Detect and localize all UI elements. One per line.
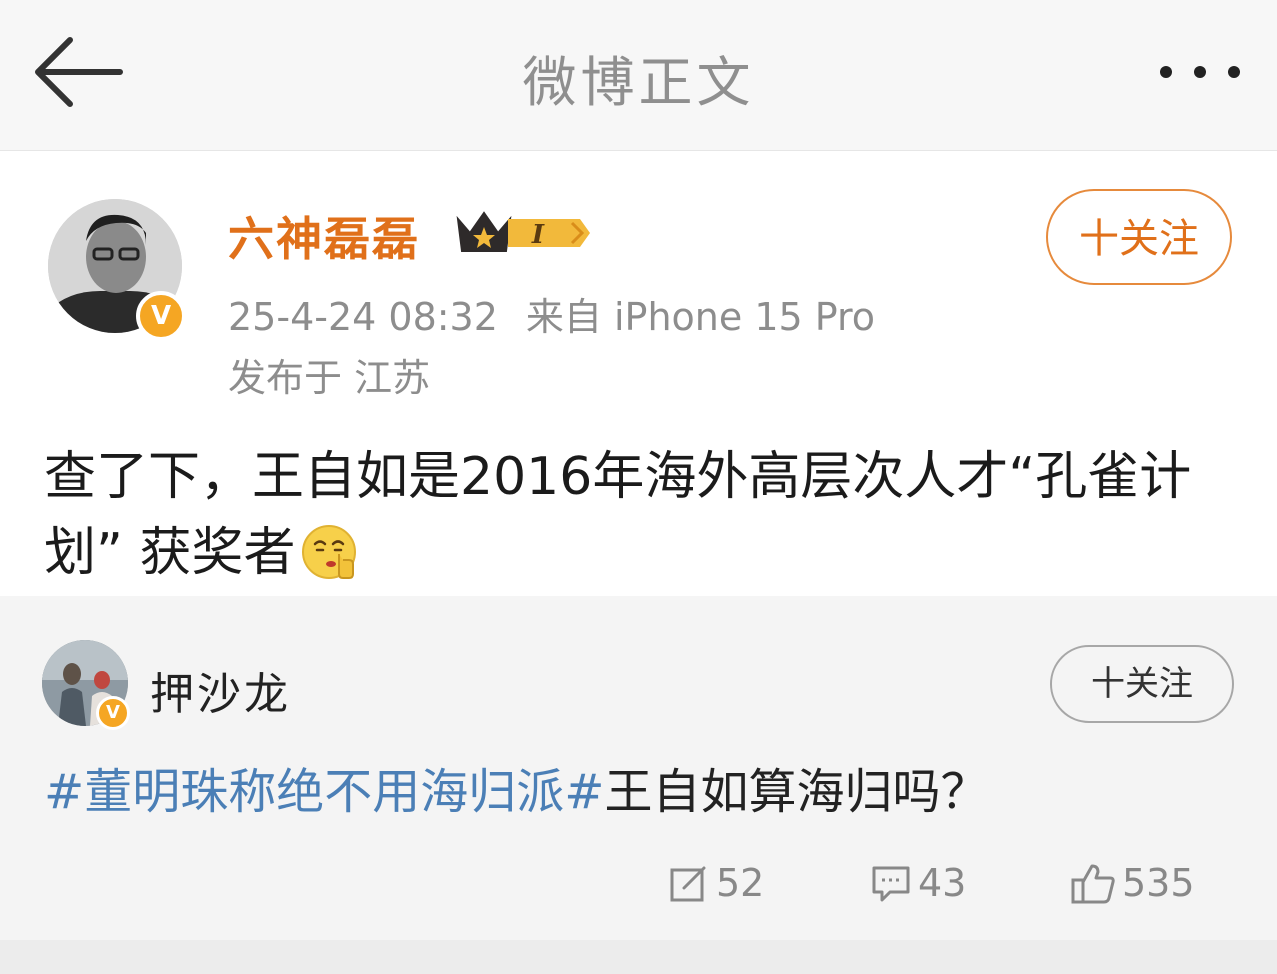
repost-icon bbox=[670, 866, 706, 901]
post-card: V 六神磊磊 I 十关注 25-4-24 08:32 来自 iPhone 15 P… bbox=[0, 151, 1277, 596]
post-timestamp: 25-4-24 08:32 bbox=[228, 295, 498, 339]
like-button[interactable]: 535 bbox=[1070, 858, 1195, 908]
like-icon bbox=[1071, 864, 1115, 903]
quoted-author-name[interactable]: 押沙龙 bbox=[150, 658, 291, 722]
top-bar: 微博正文 bbox=[0, 0, 1277, 151]
repost-button[interactable]: 52 bbox=[668, 858, 764, 908]
post-source: 来自 iPhone 15 Pro bbox=[525, 295, 876, 339]
quoted-post-text: 王自如算海归吗？ bbox=[604, 764, 989, 820]
follow-button[interactable]: 十关注 bbox=[1050, 645, 1234, 723]
crown-icon[interactable]: I bbox=[452, 207, 594, 259]
verified-icon: V bbox=[136, 291, 186, 341]
hashtag-link[interactable]: #董明珠称绝不用海归派# bbox=[44, 764, 604, 820]
comment-button[interactable]: 43 bbox=[870, 858, 966, 908]
follow-button[interactable]: 十关注 bbox=[1046, 189, 1232, 285]
verified-icon: V bbox=[96, 696, 130, 730]
quoted-post-card[interactable]: V 押沙龙 十关注 #董明珠称绝不用海归派#王自如算海归吗？ 52 43 535 bbox=[0, 600, 1277, 940]
quoted-post-body: #董明珠称绝不用海归派#王自如算海归吗？ bbox=[44, 760, 1244, 824]
more-button[interactable] bbox=[1150, 52, 1250, 92]
post-body: 查了下，王自如是2016年海外高层次人才“孔雀计划” 获奖者 bbox=[44, 439, 1244, 591]
repost-count: 52 bbox=[716, 861, 765, 905]
page-title: 微博正文 bbox=[522, 51, 755, 114]
post-author-name[interactable]: 六神磊磊 bbox=[228, 203, 420, 269]
bottom-divider bbox=[0, 940, 1277, 974]
like-count: 535 bbox=[1122, 861, 1195, 905]
post-meta: 25-4-24 08:32 来自 iPhone 15 Pro bbox=[228, 286, 875, 341]
vip-level: I bbox=[531, 220, 545, 250]
shush-emoji-icon bbox=[302, 525, 357, 579]
post-body-text: 查了下，王自如是2016年海外高层次人才“孔雀计划” 获奖者 bbox=[44, 447, 1192, 583]
weibo-post-page: 微博正文 V 六神磊磊 I 十关注 25-4-24 08:32 来自 iPhon… bbox=[0, 0, 1277, 974]
comment-count: 43 bbox=[918, 861, 967, 905]
post-location: 发布于 江苏 bbox=[228, 356, 431, 400]
comment-icon bbox=[872, 866, 910, 901]
